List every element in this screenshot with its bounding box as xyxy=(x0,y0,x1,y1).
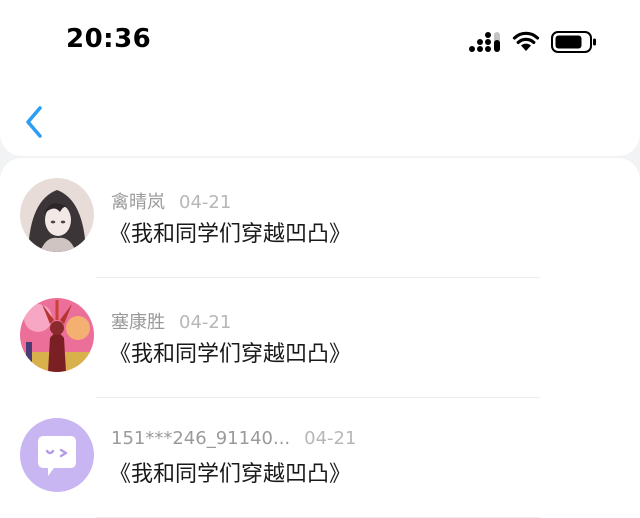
comment-username[interactable]: 禽晴岚 xyxy=(111,192,165,213)
comment-date: 04-21 xyxy=(304,428,357,449)
comment-meta: 151***246_91140... 04-21 xyxy=(111,428,356,449)
comment-username[interactable]: 塞康胜 xyxy=(111,312,165,333)
comment-list: 禽晴岚 04-21 《我和同学们穿越凹凸》 塞康胜 04-21 《我和同学们穿越凹凸… xyxy=(0,158,640,518)
chat-bubble-default-avatar xyxy=(20,418,94,492)
status-bar: 20:36 xyxy=(0,0,640,80)
user-avatar[interactable] xyxy=(20,418,94,492)
comment-text[interactable]: 《我和同学们穿越凹凸》 xyxy=(109,336,351,368)
navigation-bar xyxy=(0,80,640,156)
comment-text[interactable]: 《我和同学们穿越凹凸》 xyxy=(109,216,351,248)
comment-date: 04-21 xyxy=(179,192,232,213)
user-avatar[interactable] xyxy=(20,298,94,372)
chevron-left-icon xyxy=(26,106,42,138)
comment-meta: 禽晴岚 04-21 xyxy=(111,188,231,214)
comment-row[interactable]: 151***246_91140... 04-21 《我和同学们穿越凹凸》 xyxy=(0,398,640,518)
user-avatar[interactable] xyxy=(20,178,94,252)
back-button[interactable] xyxy=(18,102,50,142)
battery-icon xyxy=(551,31,596,53)
comment-text[interactable]: 《我和同学们穿越凹凸》 xyxy=(109,456,351,488)
anime-girl-avatar xyxy=(20,178,94,252)
comment-row[interactable]: 禽晴岚 04-21 《我和同学们穿越凹凸》 xyxy=(0,158,640,278)
comment-meta: 塞康胜 04-21 xyxy=(111,308,231,334)
comment-username[interactable]: 151***246_91140... xyxy=(111,428,290,449)
status-time: 20:36 xyxy=(66,24,152,54)
comment-row[interactable]: 塞康胜 04-21 《我和同学们穿越凹凸》 xyxy=(0,278,640,398)
cellular-signal-icon xyxy=(469,32,500,52)
wifi-icon xyxy=(512,31,540,51)
comment-date: 04-21 xyxy=(179,312,232,333)
warrior-character-avatar xyxy=(20,298,94,372)
